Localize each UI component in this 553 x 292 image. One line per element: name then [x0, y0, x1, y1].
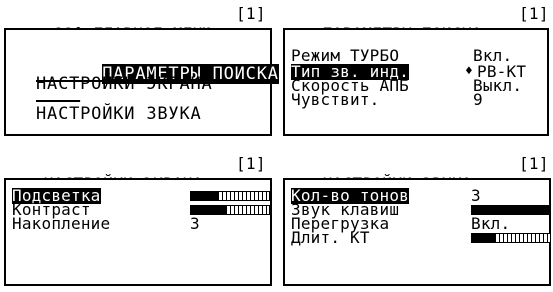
- row-tone-count-value: 3: [471, 186, 481, 205]
- row-accumulation-label[interactable]: Накопление: [12, 216, 110, 232]
- sound-settings-box: Кол-во тонов 3 Звук клавиш Перегрузка Вк…: [283, 178, 551, 286]
- backlight-level-bar[interactable]: [190, 191, 270, 201]
- menu-item-sound-settings[interactable]: НАСТРОЙКИ ЗВУКА: [36, 104, 202, 124]
- search-params-index: [1]: [519, 4, 549, 23]
- contrast-level-bar[interactable]: [190, 205, 270, 215]
- row-sensitivity-label[interactable]: Чувствит.: [291, 92, 380, 108]
- screen-settings-index: [1]: [236, 154, 266, 173]
- screen-settings-screen: НАСТРОЙКИ ЭКРАНА [1] Подсветка Контраст …: [4, 154, 272, 288]
- main-menu-box: ПАРАМЕТРЫ ПОИСКА НАСТРОЙКИ ЭКРАНА НАСТРО…: [4, 28, 279, 136]
- sound-settings-index: [1]: [519, 154, 549, 173]
- search-params-screen: ПАРАМЕТРЫ ПОИСКА [1] Режим ТУРБО Вкл. Ти…: [283, 4, 549, 139]
- main-menu-screen: +19° ГЛАВНОЕ МЕНЮ [1] ПАРАМЕТРЫ ПОИСКА Н…: [4, 4, 279, 139]
- main-menu-index: [1]: [236, 4, 266, 23]
- search-params-box: Режим ТУРБО Вкл. Тип зв. инд. ♦ РВ-КТ Ск…: [283, 28, 549, 136]
- row-sensitivity-value: 9: [473, 90, 483, 109]
- pointer-icon: ♦: [465, 64, 474, 79]
- screen-settings-box: Подсветка Контраст Накопление 3: [4, 178, 272, 286]
- row-overload-value: Вкл.: [471, 214, 511, 233]
- row-kt-duration-label[interactable]: Длит. КТ: [291, 230, 370, 246]
- row-accumulation-value: 3: [190, 214, 200, 233]
- menu-item-screen-settings[interactable]: НАСТРОЙКИ ЭКРАНА: [36, 74, 213, 94]
- sound-settings-screen: НАСТРОЙКИ ЗВУКА [1] Кол-во тонов 3 Звук …: [283, 154, 551, 288]
- kt-duration-level-bar[interactable]: [471, 233, 551, 243]
